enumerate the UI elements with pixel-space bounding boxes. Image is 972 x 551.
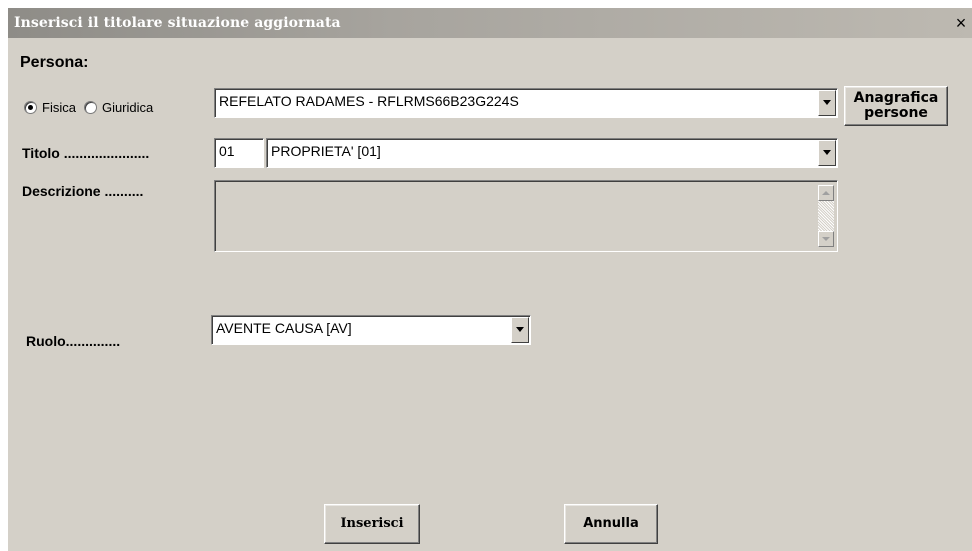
scroll-down-icon[interactable] [818,231,834,247]
anagrafica-button-line2: persone [864,105,928,121]
titolo-code-input[interactable]: 01 [214,138,264,168]
close-button[interactable]: × [952,14,970,32]
titolo-dropdown-arrow-icon[interactable] [818,140,836,166]
ruolo-dropdown-arrow-icon[interactable] [511,317,529,343]
persona-type-radio-group: Fisica Giuridica [24,100,161,115]
dialog-window: Inserisci il titolare situazione aggiorn… [8,8,972,551]
title-bar[interactable]: Inserisci il titolare situazione aggiorn… [8,8,972,38]
inserisci-button[interactable]: Inserisci [324,504,420,544]
annulla-button[interactable]: Annulla [564,504,658,544]
window-title: Inserisci il titolare situazione aggiorn… [14,15,341,31]
radio-giuridica-label[interactable]: Giuridica [102,100,153,115]
radio-fisica[interactable] [24,101,37,114]
persona-select[interactable]: REFELATO RADAMES - RFLRMS66B23G224S [214,88,838,118]
scroll-up-icon[interactable] [818,185,834,201]
descrizione-scrollbar[interactable] [818,185,834,247]
radio-giuridica[interactable] [83,101,97,114]
titolo-select[interactable]: PROPRIETA' [01] [266,138,838,168]
radio-fisica-label[interactable]: Fisica [42,100,76,115]
titolo-code-value: 01 [219,143,235,159]
titolo-select-value: PROPRIETA' [01] [271,143,381,159]
persona-select-value: REFELATO RADAMES - RFLRMS66B23G224S [219,93,519,109]
scroll-track[interactable] [818,201,834,231]
ruolo-select[interactable]: AVENTE CAUSA [AV] [211,315,531,345]
ruolo-select-value: AVENTE CAUSA [AV] [216,320,352,336]
descrizione-label: Descrizione .......... [22,183,144,199]
anagrafica-persone-button[interactable]: Anagrafica persone [844,86,948,126]
persona-dropdown-arrow-icon[interactable] [818,90,836,116]
descrizione-textarea[interactable] [214,180,838,252]
anagrafica-button-line1: Anagrafica [853,90,939,106]
persona-label: Persona: [20,54,89,71]
ruolo-label: Ruolo.............. [26,333,121,349]
titolo-label: Titolo ...................... [22,145,150,161]
